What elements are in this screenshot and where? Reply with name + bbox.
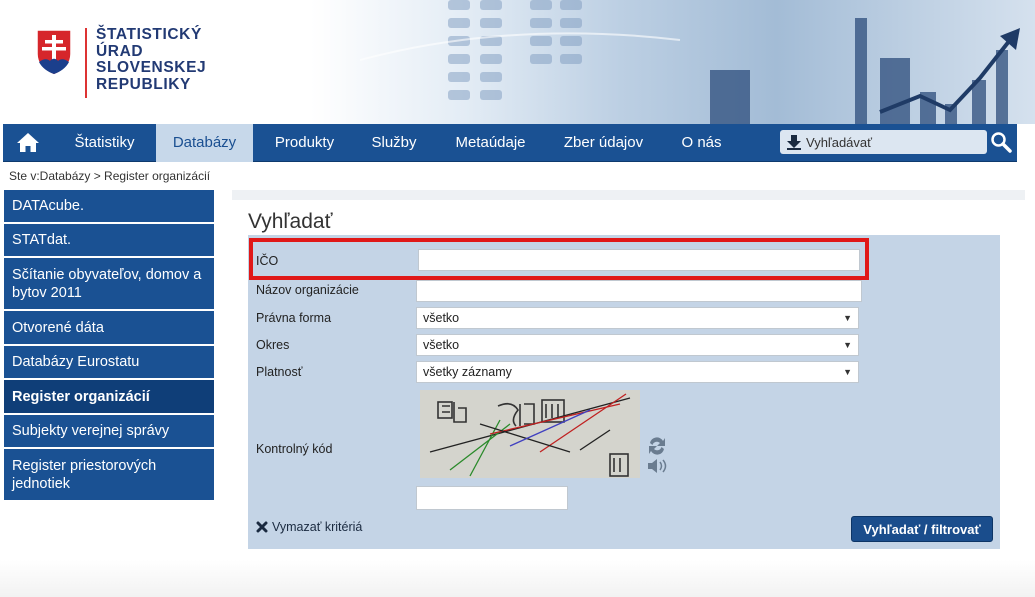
captcha-refresh-icon[interactable] — [646, 435, 668, 475]
logo-divider — [85, 28, 87, 98]
home-icon — [17, 133, 39, 152]
main-nav: Štatistiky Databázy Produkty Služby Meta… — [3, 124, 1017, 162]
dropdown-arrow-icon: ▼ — [843, 340, 852, 350]
okres-value: všetko — [423, 338, 460, 352]
nav-item-produkty[interactable]: Produkty — [258, 124, 351, 162]
download-arrow-icon — [787, 135, 801, 150]
breadcrumb: Ste v:Databázy > Register organizácií — [9, 169, 211, 183]
clear-criteria-link[interactable]: Vymazať kritériá — [256, 520, 362, 534]
sidebar-item-eurostat[interactable]: Databázy Eurostatu — [4, 346, 214, 378]
pravna-forma-label: Právna forma — [256, 311, 332, 325]
platnost-label: Platnosť — [256, 365, 303, 379]
pravna-forma-select[interactable]: všetko ▼ — [416, 307, 859, 329]
platnost-value: všetky záznamy — [423, 365, 512, 379]
site-header: ŠTATISTICKÝ ÚRAD SLOVENSKEJ REPUBLIKY — [0, 0, 1035, 124]
sidebar-item-statdat[interactable]: STATdat. — [4, 224, 214, 256]
logo-line: ŠTATISTICKÝ — [96, 26, 202, 43]
sidebar-item-register-organizacii[interactable]: Register organizácií — [4, 380, 214, 413]
search-form: IČO Názov organizácie Právna forma všetk… — [248, 235, 1000, 549]
search-box — [780, 130, 987, 154]
sidebar-item-register-priestorovych-jednotiek[interactable]: Register priestorových jednotiek — [4, 449, 214, 500]
nav-item-metaudaje[interactable]: Metaúdaje — [437, 124, 544, 162]
platnost-select[interactable]: všetky záznamy ▼ — [416, 361, 859, 383]
sidebar-item-subjekty-verejnej-spravy[interactable]: Subjekty verejnej správy — [4, 415, 214, 447]
kontrolny-kod-label: Kontrolný kód — [256, 442, 333, 456]
ico-highlight-box — [249, 238, 869, 280]
sidebar: DATAcube. STATdat. Sčítanie obyvateľov, … — [4, 190, 214, 502]
close-icon — [256, 521, 268, 533]
nav-item-zber-udajov[interactable]: Zber údajov — [544, 124, 663, 162]
nazov-input[interactable] — [416, 280, 862, 302]
clear-criteria-label: Vymazať kritériá — [272, 520, 363, 534]
okres-select[interactable]: všetko ▼ — [416, 334, 859, 356]
okres-label: Okres — [256, 338, 290, 352]
nav-item-statistiky[interactable]: Štatistiky — [53, 124, 156, 162]
dropdown-arrow-icon: ▼ — [843, 367, 852, 377]
page-footer-fade — [0, 560, 1035, 597]
logo-line: REPUBLIKY — [96, 75, 191, 93]
kontrolny-kod-input[interactable] — [416, 486, 568, 510]
captcha-image — [420, 390, 640, 478]
pravna-forma-value: všetko — [423, 311, 460, 325]
page-title: Vyhľadať — [248, 210, 333, 233]
nazov-label: Názov organizácie — [256, 283, 359, 297]
nav-item-sluzby[interactable]: Služby — [351, 124, 437, 162]
coat-of-arms-icon[interactable] — [35, 28, 73, 76]
banner-graphic — [360, 0, 1020, 124]
nav-item-o-nas[interactable]: O nás — [663, 124, 740, 162]
content-top-strip — [232, 190, 1025, 200]
search-icon[interactable] — [990, 131, 1012, 153]
home-button[interactable] — [3, 124, 53, 162]
sidebar-item-otvorene-data[interactable]: Otvorené dáta — [4, 311, 214, 344]
nav-item-databazy[interactable]: Databázy — [156, 124, 253, 162]
sidebar-item-scitanie[interactable]: Sčítanie obyvateľov, domov a bytov 2011 — [4, 258, 214, 309]
sidebar-item-datacube[interactable]: DATAcube. — [4, 190, 214, 222]
logo-text[interactable]: ŠTATISTICKÝ ÚRAD SLOVENSKEJ REPUBLIKY — [96, 26, 207, 93]
dropdown-arrow-icon: ▼ — [843, 313, 852, 323]
search-filter-button[interactable]: Vyhľadať / filtrovať — [851, 516, 993, 542]
search-input[interactable] — [806, 132, 982, 152]
logo-line: SLOVENSKEJ — [96, 59, 207, 76]
logo-line: ÚRAD — [96, 42, 144, 60]
